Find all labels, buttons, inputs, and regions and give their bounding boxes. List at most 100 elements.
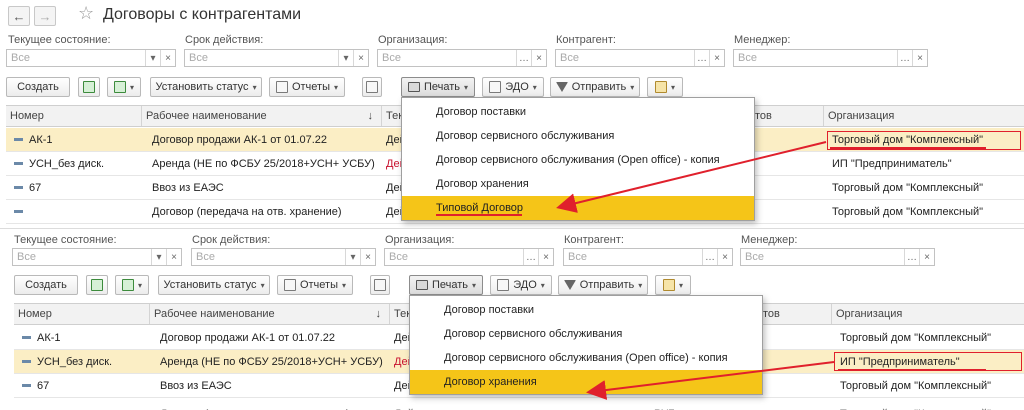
filter-counterparty-input[interactable]: Все … × [563, 248, 733, 266]
filter-manager-input[interactable]: Все … × [740, 248, 935, 266]
filter-counterparty-input[interactable]: Все … × [555, 49, 725, 67]
menu-item-service-contract-copy[interactable]: Договор сервисного обслуживания (Open of… [410, 346, 762, 370]
print-button[interactable]: Печать ▾ [401, 77, 475, 97]
filter-manager-label: Менеджер: [741, 234, 798, 246]
back-button[interactable]: ← [8, 6, 30, 26]
clear-icon[interactable]: × [912, 50, 927, 66]
item-marker-icon [14, 138, 23, 141]
filter-manager-input[interactable]: Все … × [733, 49, 928, 67]
filter-term-label: Срок действия: [185, 34, 264, 46]
clear-icon[interactable]: × [919, 249, 934, 265]
clear-icon[interactable]: × [709, 50, 724, 66]
filter-counterparty-label: Контрагент: [564, 234, 624, 246]
column-work-name[interactable]: Рабочее наименование ↓ [142, 106, 382, 126]
copy-button[interactable] [86, 275, 108, 295]
annotation-underline [830, 147, 986, 149]
chevron-down-icon[interactable]: ▾ [345, 249, 360, 265]
item-marker-icon [14, 210, 23, 213]
create-button[interactable]: Создать [14, 275, 78, 295]
copy-icon [83, 81, 95, 93]
table-row[interactable]: Договор (передача на отв. хранение) Дейс… [14, 398, 1024, 410]
top-screenshot-pane: ← → ☆ Договоры с контрагентами Текущее с… [0, 0, 1024, 228]
print-button[interactable]: Печать ▾ [409, 275, 483, 295]
attachments-button[interactable]: ▾ [647, 77, 683, 97]
clear-icon[interactable]: × [353, 50, 368, 66]
filter-org-input[interactable]: Все … × [377, 49, 547, 67]
copy-button[interactable] [78, 77, 100, 97]
item-marker-icon [22, 384, 31, 387]
menu-item-service-contract-copy[interactable]: Договор сервисного обслуживания (Open of… [402, 148, 754, 172]
column-number[interactable]: Номер [6, 106, 142, 126]
filter-state-input[interactable]: Все ▾ × [6, 49, 176, 67]
bottom-screenshot-pane: Текущее состояние: Срок действия: Органи… [0, 228, 1024, 410]
reports-button[interactable]: Отчеты ▾ [277, 275, 353, 295]
column-organization[interactable]: Организация [831, 304, 1024, 324]
group-icon [121, 279, 134, 291]
edo-button[interactable]: ЭДО ▾ [490, 275, 552, 295]
menu-item-storage-contract[interactable]: Договор хранения [402, 172, 754, 196]
filter-term-input[interactable]: Все ▾ × [184, 49, 369, 67]
column-number[interactable]: Номер [14, 304, 150, 324]
filter-state-label: Текущее состояние: [14, 234, 117, 246]
list-icon [374, 279, 386, 291]
send-button[interactable]: Отправить ▾ [550, 77, 640, 97]
filter-org-label: Организация: [378, 34, 448, 46]
send-button[interactable]: Отправить ▾ [558, 275, 648, 295]
list-button[interactable] [370, 275, 390, 295]
ellipsis-icon[interactable]: … [694, 50, 709, 66]
page-title: Договоры с контрагентами [103, 6, 302, 23]
menu-item-service-contract[interactable]: Договор сервисного обслуживания [402, 124, 754, 148]
item-marker-icon [14, 162, 23, 165]
reports-button[interactable]: Отчеты ▾ [269, 77, 345, 97]
edo-icon [489, 81, 502, 93]
forward-button[interactable]: → [34, 6, 56, 26]
clear-icon[interactable]: × [166, 249, 181, 265]
clear-icon[interactable]: × [538, 249, 553, 265]
create-button[interactable]: Создать [6, 77, 70, 97]
ellipsis-icon[interactable]: … [702, 249, 717, 265]
edo-button[interactable]: ЭДО ▾ [482, 77, 544, 97]
printer-icon [408, 82, 420, 92]
menu-item-service-contract[interactable]: Договор сервисного обслуживания [410, 322, 762, 346]
set-status-button[interactable]: Установить статус ▾ [158, 275, 270, 295]
menu-item-standard-contract[interactable]: Типовой Договор [402, 196, 754, 220]
sort-down-icon: ↓ [367, 110, 374, 122]
clear-icon[interactable]: × [531, 50, 546, 66]
clear-icon[interactable]: × [717, 249, 732, 265]
attachments-button[interactable]: ▾ [655, 275, 691, 295]
clear-icon[interactable]: × [160, 50, 175, 66]
clear-icon[interactable]: × [360, 249, 375, 265]
divider [0, 228, 1024, 229]
group-icon [113, 81, 126, 93]
filter-org-input[interactable]: Все … × [384, 248, 554, 266]
column-work-name[interactable]: Рабочее наименование ↓ [150, 304, 390, 324]
ellipsis-icon[interactable]: … [897, 50, 912, 66]
set-status-button[interactable]: Установить статус ▾ [150, 77, 262, 97]
chevron-down-icon[interactable]: ▾ [338, 50, 353, 66]
chevron-down-icon[interactable]: ▾ [145, 50, 160, 66]
column-hidden[interactable]: тов [759, 304, 831, 324]
list-button[interactable] [362, 77, 382, 97]
sort-down-icon: ↓ [375, 308, 382, 320]
group-actions-button[interactable]: ▾ [107, 77, 141, 97]
filter-org-label: Организация: [385, 234, 455, 246]
column-hidden[interactable]: тов [751, 106, 823, 126]
report-icon [276, 81, 288, 93]
filter-state-input[interactable]: Все ▾ × [12, 248, 182, 266]
ellipsis-icon[interactable]: … [516, 50, 531, 66]
filter-term-input[interactable]: Все ▾ × [191, 248, 376, 266]
group-actions-button[interactable]: ▾ [115, 275, 149, 295]
send-icon [555, 82, 568, 92]
item-marker-icon [22, 336, 31, 339]
ellipsis-icon[interactable]: … [904, 249, 919, 265]
menu-item-storage-contract[interactable]: Договор хранения [410, 370, 762, 394]
menu-item-supply-contract[interactable]: Договор поставки [410, 298, 762, 322]
favorite-star-icon[interactable]: ☆ [78, 3, 94, 24]
ellipsis-icon[interactable]: … [523, 249, 538, 265]
chevron-down-icon[interactable]: ▾ [151, 249, 166, 265]
column-organization[interactable]: Организация [823, 106, 1024, 126]
menu-item-supply-contract[interactable]: Договор поставки [402, 100, 754, 124]
attachment-icon [654, 81, 667, 93]
annotation-underline [436, 214, 522, 216]
send-icon [563, 280, 576, 290]
